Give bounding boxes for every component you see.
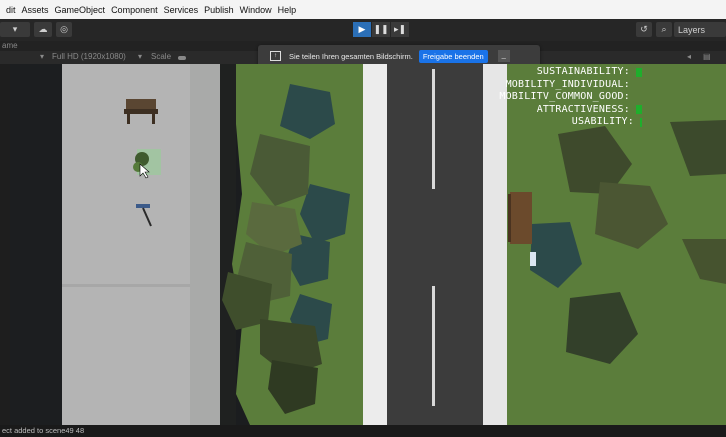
main-toolbar: ▾ ☁ ◎ ▶ ❚❚ ▸❚ ↺ ⌕ Layers: [0, 19, 726, 41]
left-dark-area: [10, 64, 62, 425]
hud-level-bar: [636, 93, 642, 102]
menu-component[interactable]: Component: [111, 5, 158, 15]
menu-bar: dit Assets GameObject Component Services…: [0, 0, 726, 19]
scale-label: Scale: [151, 52, 172, 61]
menu-services[interactable]: Services: [164, 5, 199, 15]
lane-marking: [432, 69, 435, 189]
hud-level-bar: [636, 67, 642, 77]
hud-label: SUSTAINABILITY:: [536, 66, 630, 77]
layers-dropdown[interactable]: Layers: [674, 22, 726, 37]
lane-marking: [432, 286, 435, 406]
stats-icon[interactable]: ▤: [703, 52, 711, 61]
hud-label: MOBILITV_COMMON_GOOD:: [499, 91, 630, 102]
edge-dark-strip: [220, 64, 236, 425]
share-message: Sie teilen Ihren gesamten Bildschirm.: [289, 51, 413, 61]
hud-row-mobility-individual: MOBILITY_INDIVIDUAL:: [499, 79, 642, 92]
sidewalk-edge: [190, 64, 220, 425]
menu-gameobject[interactable]: GameObject: [55, 5, 106, 15]
hud-row-sustainability: SUSTAINABILITY:: [499, 66, 642, 79]
tab-game[interactable]: ame: [2, 41, 18, 50]
menu-edit[interactable]: dit: [6, 5, 16, 15]
share-screen-icon: ↑: [270, 51, 281, 61]
stop-sharing-button[interactable]: Freigabe beenden: [418, 49, 488, 63]
cloud-icon[interactable]: ☁: [34, 22, 52, 37]
hud-panel: SUSTAINABILITY: MOBILITY_INDIVIDUAL: MOB…: [499, 66, 642, 129]
menu-window[interactable]: Window: [240, 5, 272, 15]
pause-button[interactable]: ❚❚: [372, 22, 390, 37]
account-dropdown[interactable]: ▾: [0, 22, 30, 37]
history-icon[interactable]: ↺: [636, 22, 652, 37]
hud-row-attractiveness: ATTRACTIVENESS:: [499, 104, 642, 117]
layers-label: Layers: [678, 24, 706, 35]
menu-publish[interactable]: Publish: [204, 5, 234, 15]
status-bar: ect added to scene49 48: [0, 425, 726, 437]
resolution-dropdown[interactable]: Full HD (1920x1080): [52, 52, 126, 61]
search-icon[interactable]: ⌕: [656, 22, 672, 37]
hud-label: USABILITY:: [571, 116, 634, 127]
resolution-arrow-icon: ▾: [138, 52, 143, 61]
menu-assets[interactable]: Assets: [22, 5, 49, 15]
hud-row-usability: USABILITY:: [499, 116, 642, 129]
hud-level-bar: [636, 105, 642, 115]
step-button[interactable]: ▸❚: [391, 22, 409, 37]
status-message: ect added to scene49 48: [2, 426, 85, 435]
menu-help[interactable]: Help: [278, 5, 297, 15]
audio-icon[interactable]: ◂: [687, 52, 691, 61]
minimize-icon[interactable]: _: [497, 50, 510, 62]
hud-label: MOBILITY_INDIVIDUAL:: [505, 78, 630, 90]
scale-slider[interactable]: [178, 56, 186, 60]
display-dropdown-arrow[interactable]: ▾: [40, 52, 44, 61]
sign-marker-right: [530, 252, 536, 266]
hud-label: ATTRACTIVENESS:: [536, 103, 630, 115]
play-button[interactable]: ▶: [353, 22, 371, 37]
collab-icon[interactable]: ◎: [56, 22, 72, 37]
hud-row-mobility-common-good: MOBILITV_COMMON_GOOD:: [499, 91, 642, 104]
left-curb: [363, 64, 387, 425]
bench-right: [508, 192, 532, 244]
hud-level-bar: [636, 80, 642, 89]
hud-level-bar: [640, 117, 642, 127]
play-controls: ▶ ❚❚ ▸❚: [353, 22, 409, 37]
